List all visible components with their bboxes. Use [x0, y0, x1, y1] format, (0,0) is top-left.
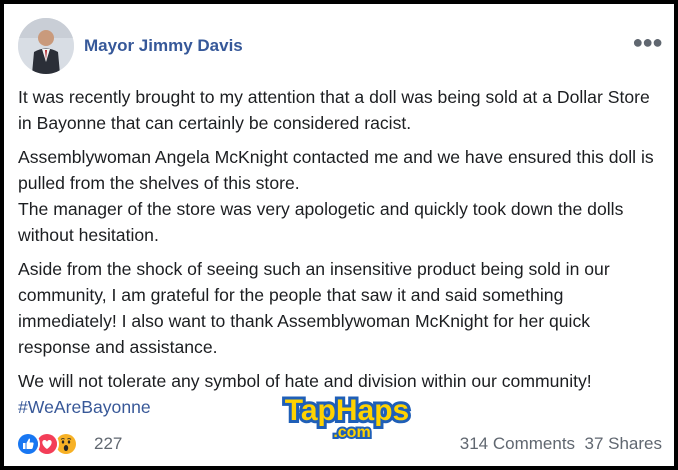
like-reaction-icon — [16, 432, 40, 456]
facebook-post-card: Mayor Jimmy Davis ●●● It was recently br… — [4, 4, 674, 466]
post-body: It was recently brought to my attention … — [18, 84, 658, 428]
engagement-stats: 314 Comments 37 Shares — [460, 434, 662, 454]
post-paragraph-1: It was recently brought to my attention … — [18, 87, 650, 133]
watermark-main-text: TapHaps — [285, 394, 409, 427]
more-options-icon[interactable]: ●●● — [632, 32, 663, 53]
post-author-name[interactable]: Mayor Jimmy Davis — [84, 36, 243, 56]
post-paragraph-3: Aside from the shock of seeing such an i… — [18, 259, 610, 357]
post-footer: 227 314 Comments 37 Shares — [16, 431, 662, 457]
shares-link[interactable]: 37 Shares — [585, 434, 663, 453]
post-paragraph-2: Assemblywoman Angela McKnight contacted … — [18, 147, 654, 245]
comments-link[interactable]: 314 Comments — [460, 434, 575, 453]
author-avatar[interactable] — [18, 18, 74, 74]
reaction-count: 227 — [94, 434, 123, 453]
